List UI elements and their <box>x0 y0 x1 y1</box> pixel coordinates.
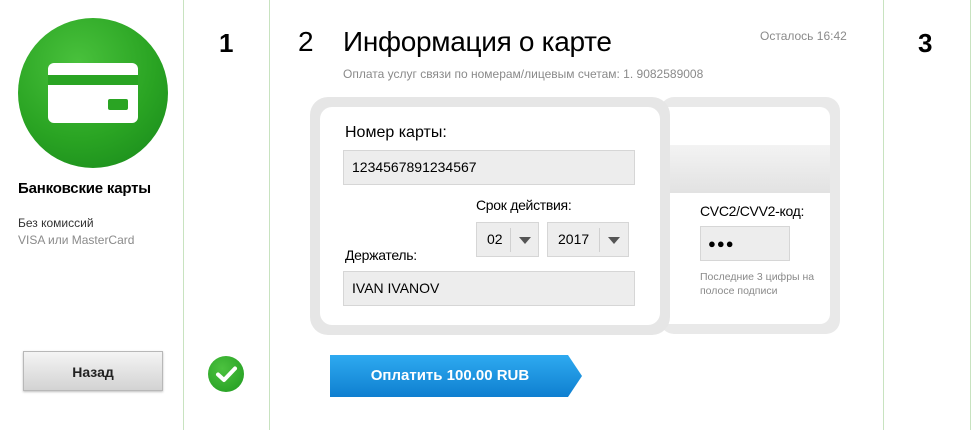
step-3-number: 3 <box>918 28 933 58</box>
select-separator <box>599 228 600 252</box>
column-divider <box>970 0 971 430</box>
chevron-down-icon[interactable] <box>608 237 620 244</box>
payment-description: Оплата услуг связи по номерам/лицевым сч… <box>343 67 704 81</box>
step-2-number: 2 <box>298 26 314 57</box>
column-divider <box>883 0 884 430</box>
expiry-label: Срок действия: <box>476 197 572 213</box>
expiry-year-select[interactable]: 2017 <box>547 222 629 257</box>
bank-card-icon <box>48 63 138 123</box>
column-divider <box>269 0 270 430</box>
column-divider <box>183 0 184 430</box>
session-timer: Осталось 16:42 <box>760 29 847 43</box>
chevron-down-icon[interactable] <box>519 237 531 244</box>
card-holder-input[interactable]: IVAN IVANOV <box>343 271 635 306</box>
payment-method-title: Банковские карты <box>18 180 151 197</box>
pay-button[interactable]: Оплатить 100.00 RUB <box>330 355 582 397</box>
check-icon <box>208 356 244 392</box>
cvc-input[interactable]: ●●● <box>700 226 790 261</box>
holder-label: Держатель: <box>345 247 417 263</box>
expiry-month-select[interactable]: 02 <box>476 222 539 257</box>
expiry-month-value: 02 <box>487 231 503 247</box>
card-networks: VISA или MasterCard <box>18 233 135 247</box>
cvc-label: CVC2/CVV2-код: <box>700 203 805 219</box>
step-1-number: 1 <box>219 28 234 58</box>
back-button[interactable]: Назад <box>23 351 163 391</box>
card-number-label: Номер карты: <box>345 124 447 141</box>
page-title: Информация о карте <box>343 26 612 57</box>
pay-button-label: Оплатить 100.00 RUB <box>370 367 530 384</box>
card-number-input[interactable]: 1234567891234567 <box>343 150 635 185</box>
payment-method-logo <box>18 18 168 168</box>
expiry-year-value: 2017 <box>558 231 590 247</box>
cvc-hint: Последние 3 цифры на полосе подписи <box>700 271 815 297</box>
fee-note: Без комиссий <box>18 216 94 230</box>
select-separator <box>510 228 511 252</box>
magnetic-strip <box>660 145 830 193</box>
